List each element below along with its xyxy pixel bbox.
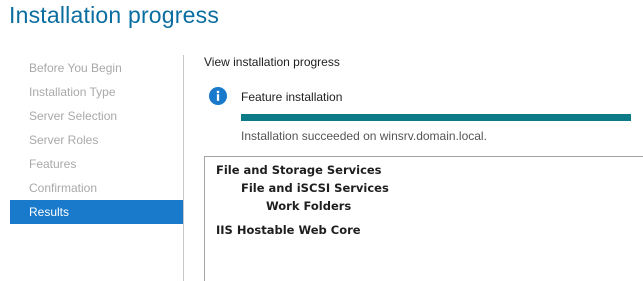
step-before-you-begin[interactable]: Before You Begin — [10, 56, 183, 80]
step-server-selection[interactable]: Server Selection — [10, 104, 183, 128]
installation-progress-bar — [241, 114, 631, 121]
info-icon — [209, 87, 227, 105]
wizard-steps: Before You Begin Installation Type Serve… — [10, 56, 183, 224]
step-server-roles[interactable]: Server Roles — [10, 128, 183, 152]
installation-status: Installation succeeded on winsrv.domain.… — [241, 129, 487, 143]
step-confirmation[interactable]: Confirmation — [10, 176, 183, 200]
step-installation-type[interactable]: Installation Type — [10, 80, 183, 104]
result-item-iis: IIS Hostable Web Core — [216, 223, 361, 237]
results-list[interactable]: File and Storage Services File and iSCSI… — [204, 156, 643, 281]
step-features[interactable]: Features — [10, 152, 183, 176]
step-results[interactable]: Results — [10, 200, 183, 224]
page-title: Installation progress — [9, 2, 220, 28]
result-item-work-folders: Work Folders — [266, 199, 352, 213]
result-item-file-iscsi: File and iSCSI Services — [241, 181, 389, 195]
sidebar-divider — [183, 55, 184, 281]
feature-installation-title: Feature installation — [241, 90, 343, 104]
result-item-file-storage: File and Storage Services — [216, 163, 382, 177]
progress-fill — [241, 114, 631, 121]
section-label: View installation progress — [204, 55, 340, 69]
